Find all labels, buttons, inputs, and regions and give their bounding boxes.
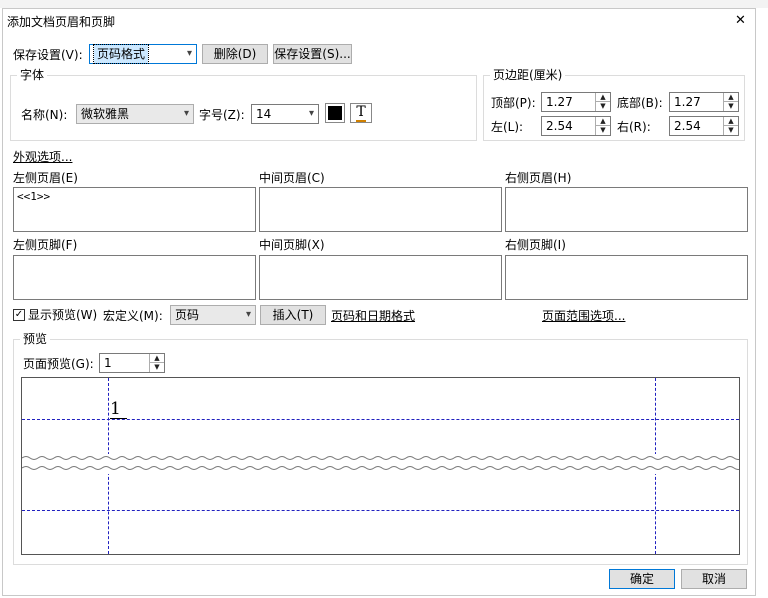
margin-bottom-value: 1.27 (674, 95, 701, 109)
page-date-format-link[interactable]: 页码和日期格式 (331, 309, 415, 323)
save-settings-button[interactable]: 保存设置(S)... (273, 44, 352, 64)
appearance-options-link[interactable]: 外观选项... (13, 150, 72, 164)
margin-right-label: 右(R): (617, 120, 651, 134)
margin-top-label: 顶部(P): (491, 96, 536, 110)
chevron-down-icon: ▾ (245, 309, 251, 320)
margins-group-title: 页边距(厘米) (490, 68, 566, 82)
insert-button[interactable]: 插入(T) (260, 305, 326, 325)
center-footer-input[interactable] (259, 255, 502, 300)
font-size-select[interactable]: 14 ▾ (251, 104, 319, 124)
macro-value: 页码 (175, 308, 200, 322)
save-settings-value: 页码格式 (92, 44, 150, 64)
macro-label: 宏定义(M): (103, 309, 163, 323)
dialog-title: 添加文档页眉和页脚 (7, 15, 116, 29)
font-color-button[interactable] (325, 103, 345, 123)
left-footer-input[interactable] (13, 255, 256, 300)
page-preview-label: 页面预览(G): (23, 357, 94, 371)
right-header-label: 右侧页眉(H) (505, 171, 572, 185)
footer-margin-guide (22, 510, 739, 511)
margin-top-value: 1.27 (546, 95, 573, 109)
margin-bottom-label: 底部(B): (617, 96, 663, 110)
macro-select[interactable]: 页码 ▾ (170, 305, 256, 325)
cancel-button[interactable]: 取消 (681, 569, 747, 589)
close-icon[interactable]: ✕ (735, 14, 746, 28)
right-footer-input[interactable] (505, 255, 748, 300)
chevron-down-icon: ▾ (186, 48, 192, 59)
spinner-arrows[interactable]: ▲ ▼ (595, 117, 610, 135)
delete-button[interactable]: 删除(D) (202, 44, 268, 64)
margin-left-spinner[interactable]: 2.54 ▲ ▼ (541, 116, 611, 136)
font-size-value: 14 (256, 107, 272, 121)
center-footer-label: 中间页脚(X) (259, 238, 325, 252)
margin-top-spinner[interactable]: 1.27 ▲ ▼ (541, 92, 611, 112)
header-margin-guide (22, 419, 739, 420)
left-header-input[interactable]: <<1>> (13, 187, 256, 232)
page-preview-value: 1 (104, 356, 112, 370)
page-preview-canvas: 1 (21, 377, 740, 555)
spinner-arrows[interactable]: ▲ ▼ (149, 354, 164, 372)
save-settings-label: 保存设置(V): (13, 48, 83, 62)
spinner-arrows[interactable]: ▲ ▼ (723, 117, 738, 135)
left-footer-label: 左侧页脚(F) (13, 238, 78, 252)
check-icon: ✓ (14, 309, 24, 320)
page-range-options-link[interactable]: 页面范围选项... (542, 309, 625, 323)
page-preview-spinner[interactable]: 1 ▲ ▼ (99, 353, 165, 373)
right-footer-label: 右侧页脚(I) (505, 238, 566, 252)
page-break-gap (22, 454, 739, 474)
chevron-down-icon: ▾ (183, 108, 189, 119)
show-preview-checkbox[interactable]: ✓ (13, 309, 25, 321)
font-size-label: 字号(Z): (199, 108, 245, 122)
header-footer-dialog: 添加文档页眉和页脚 ✕ 保存设置(V): 页码格式 ▾ 删除(D) 保存设置(S… (2, 8, 756, 596)
left-header-label: 左侧页眉(E) (13, 171, 78, 185)
page-break-wave (22, 456, 739, 470)
center-header-label: 中间页眉(C) (259, 171, 325, 185)
background-window-strip (0, 0, 768, 8)
font-name-value: 微软雅黑 (81, 107, 130, 121)
font-group-title: 字体 (17, 68, 48, 82)
ok-button[interactable]: 确定 (609, 569, 675, 589)
margin-right-value: 2.54 (674, 119, 701, 133)
spinner-arrows[interactable]: ▲ ▼ (595, 93, 610, 111)
margin-right-spinner[interactable]: 2.54 ▲ ▼ (669, 116, 739, 136)
preview-page-number: 1 (110, 400, 127, 419)
chevron-down-icon: ▾ (308, 108, 314, 119)
margin-left-label: 左(L): (491, 120, 524, 134)
save-settings-select[interactable]: 页码格式 ▾ (89, 44, 197, 64)
font-name-label: 名称(N): (21, 108, 68, 122)
font-name-select[interactable]: 微软雅黑 ▾ (76, 104, 194, 124)
margin-left-value: 2.54 (546, 119, 573, 133)
spinner-arrows[interactable]: ▲ ▼ (723, 93, 738, 111)
color-swatch (328, 106, 342, 120)
margin-bottom-spinner[interactable]: 1.27 ▲ ▼ (669, 92, 739, 112)
preview-group-title: 预览 (20, 332, 51, 346)
show-preview-label: 显示预览(W) (28, 308, 98, 322)
text-style-icon[interactable]: T (350, 103, 372, 123)
center-header-input[interactable] (259, 187, 502, 232)
right-header-input[interactable] (505, 187, 748, 232)
